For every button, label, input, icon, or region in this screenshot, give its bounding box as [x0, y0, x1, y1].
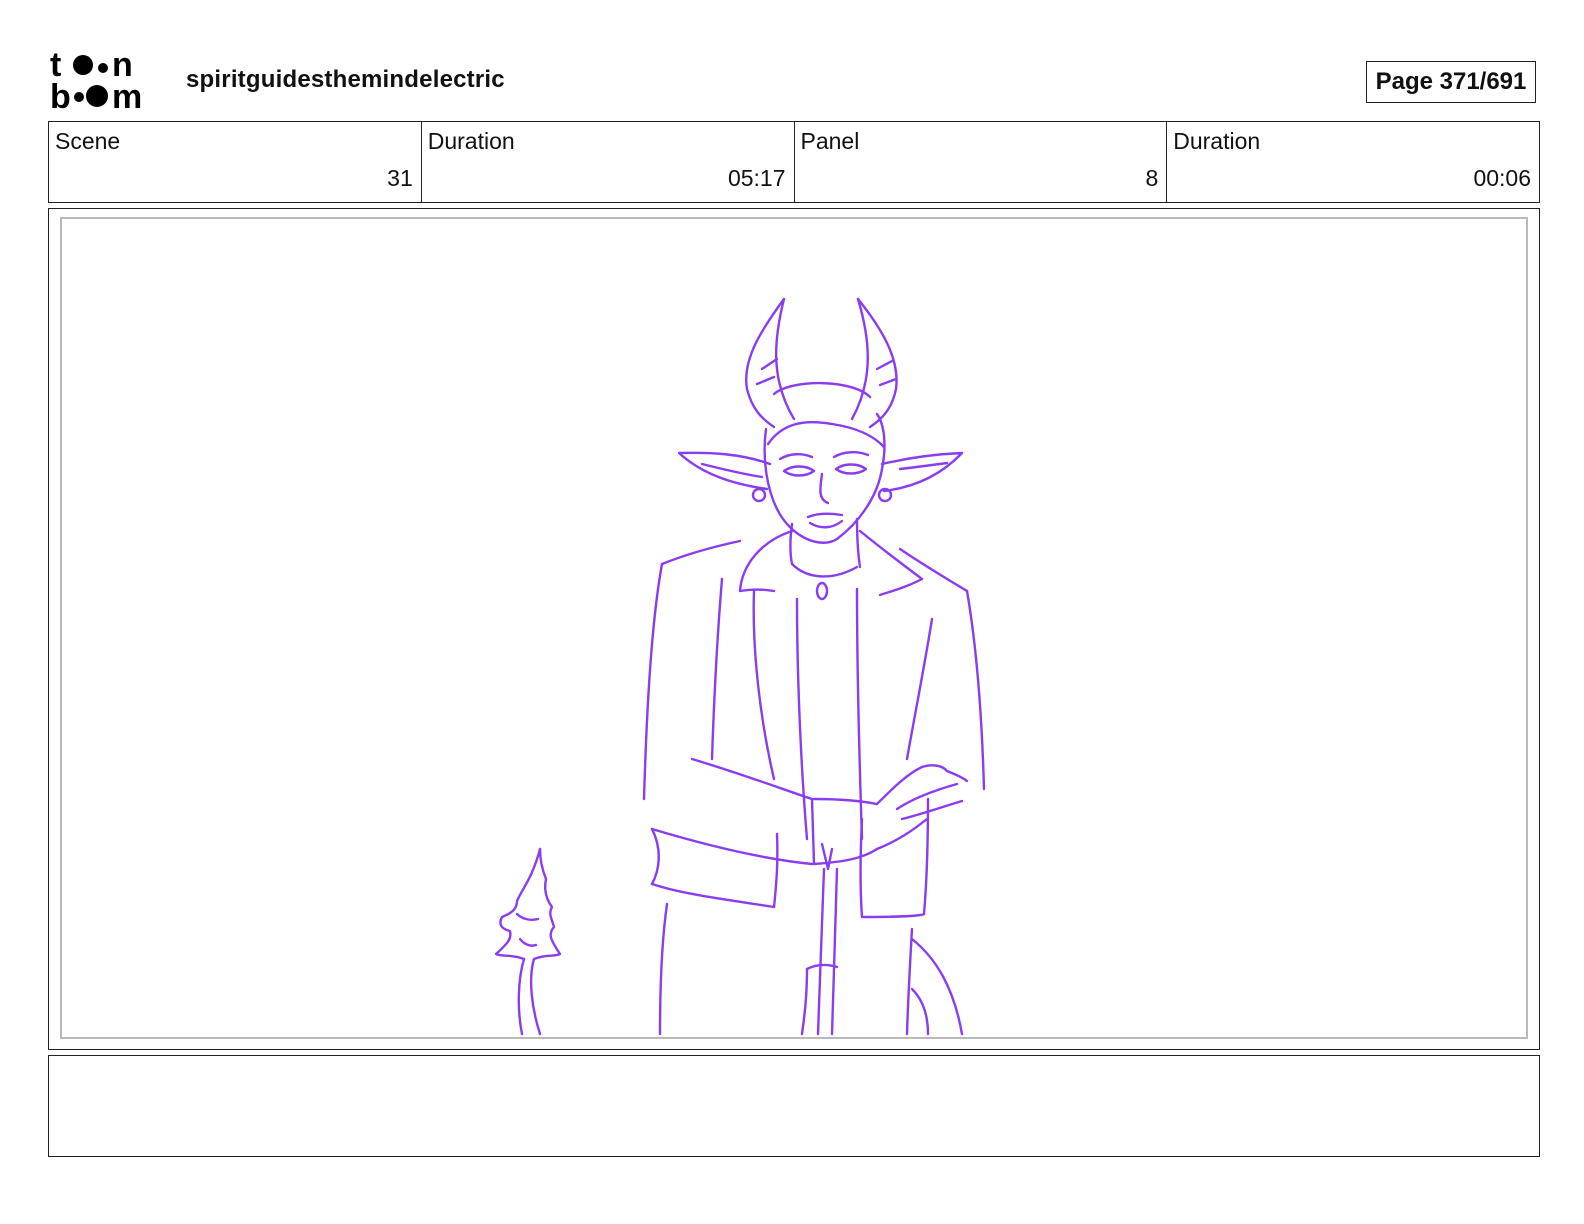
svg-text:m: m [112, 78, 142, 114]
panel-duration-label: Duration [1173, 128, 1261, 154]
scene-label: Scene [55, 128, 121, 154]
notes-box [48, 1055, 1540, 1157]
project-title: spiritguidesthemindelectric [186, 66, 505, 93]
panel-duration-cell: Duration 00:06 [1166, 122, 1539, 202]
page-indicator: Page 371/691 [1366, 61, 1536, 103]
panel-duration-value: 00:06 [1473, 165, 1531, 191]
character-sketch [494, 297, 986, 1036]
scene-duration-label: Duration [427, 128, 515, 154]
scene-value: 31 [387, 165, 413, 191]
svg-text:b: b [50, 78, 71, 114]
info-table: Scene 31 Duration 05:17 Panel 8 Duration… [48, 121, 1540, 203]
panel-frame [48, 208, 1540, 1050]
panel-label: Panel [800, 128, 860, 154]
toon-boom-logo: t n b m [50, 48, 166, 114]
panel-cell: Panel 8 [793, 122, 1167, 202]
scene-duration-value: 05:17 [727, 165, 786, 191]
panel-image [60, 217, 1528, 1039]
panel-value: 8 [1145, 165, 1159, 191]
scene-cell: Scene 31 [49, 122, 421, 202]
scene-duration-cell: Duration 05:17 [420, 122, 794, 202]
